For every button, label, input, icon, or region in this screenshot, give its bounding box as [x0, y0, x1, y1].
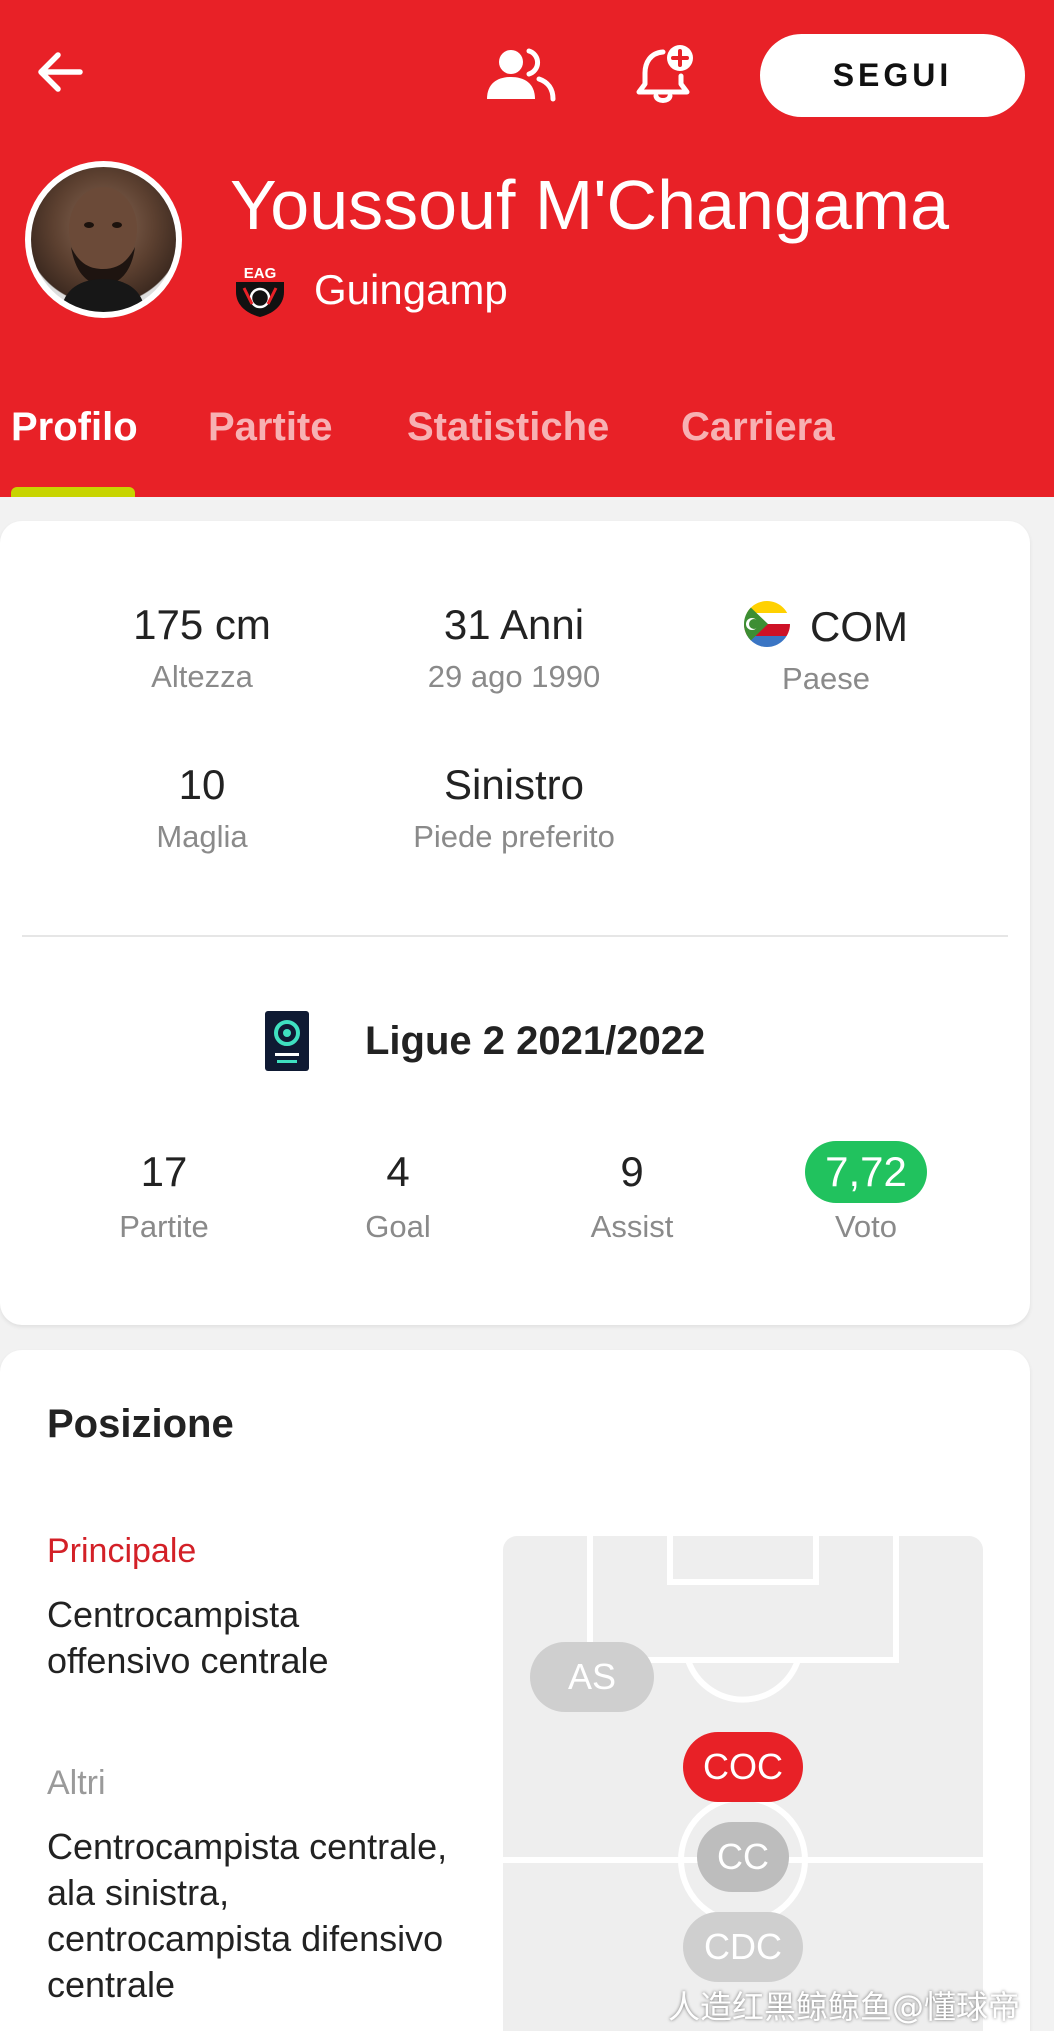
- active-tab-indicator: [11, 487, 135, 497]
- rating-stat: 7,72 Voto: [746, 1141, 986, 1245]
- position-title: Posizione: [47, 1402, 234, 1446]
- other-positions-label: Altri: [47, 1764, 106, 1802]
- foot-stat: Sinistro Piede preferito: [354, 761, 674, 855]
- card-divider: [22, 935, 1008, 937]
- profile-info-card: 175 cm Altezza 31 Anni 29 ago 1990 COM P…: [0, 521, 1030, 1325]
- back-button[interactable]: [28, 40, 92, 104]
- tab-bar: Profilo Partite Statistiche Carriera: [0, 395, 1054, 497]
- position-chip-cdc: CDC: [683, 1912, 803, 1982]
- assists-value: 9: [620, 1148, 644, 1195]
- club-logo-icon[interactable]: EAG: [232, 258, 288, 318]
- tab-carriera[interactable]: Carriera: [681, 405, 834, 450]
- shirt-label: Maglia: [156, 819, 248, 854]
- appearances-value: 17: [140, 1148, 188, 1195]
- country-stat[interactable]: COM Paese: [666, 601, 986, 697]
- shirt-stat: 10 Maglia: [42, 761, 362, 855]
- country-code: COM: [810, 603, 908, 650]
- appearances-stat: 17 Partite: [44, 1141, 284, 1245]
- height-label: Altezza: [151, 659, 253, 694]
- league-season-title[interactable]: Ligue 2 2021/2022: [365, 1019, 705, 1064]
- position-card: Posizione Principale Centrocampista offe…: [0, 1350, 1030, 2031]
- country-label: Paese: [782, 661, 870, 696]
- rating-label: Voto: [834, 1209, 898, 1244]
- ligue2-logo-icon[interactable]: [265, 1011, 309, 1071]
- bell-plus-icon: [636, 45, 693, 103]
- goals-stat: 4 Goal: [278, 1141, 518, 1245]
- foot-value: Sinistro: [443, 761, 585, 808]
- position-chip-as: AS: [530, 1642, 654, 1712]
- compare-players-button[interactable]: [480, 40, 560, 110]
- tab-profilo[interactable]: Profilo: [11, 405, 138, 450]
- assists-stat: 9 Assist: [512, 1141, 752, 1245]
- position-chip-coc: COC: [683, 1732, 803, 1802]
- tab-statistiche[interactable]: Statistiche: [407, 405, 609, 450]
- player-header: SEGUI Youssouf M'Changama EAG Guingamp P…: [0, 0, 1054, 497]
- people-icon: [487, 48, 556, 102]
- age-stat: 31 Anni 29 ago 1990: [354, 601, 674, 695]
- comoros-flag-icon: [744, 601, 790, 647]
- main-position-value: Centrocampista offensivo centrale: [47, 1594, 329, 1681]
- shirt-value: 10: [178, 761, 226, 808]
- position-chip-cc: CC: [697, 1822, 789, 1892]
- follow-button[interactable]: SEGUI: [760, 34, 1025, 117]
- goals-label: Goal: [365, 1209, 431, 1244]
- club-name-link[interactable]: Guingamp: [314, 266, 508, 314]
- other-positions-value: Centrocampista centrale, ala sinistra, c…: [47, 1826, 448, 2005]
- watermark: 人造红黑鲸鲸鱼@懂球帝: [668, 1988, 1021, 2026]
- back-arrow-icon: [38, 52, 83, 92]
- height-stat: 175 cm Altezza: [42, 601, 362, 695]
- player-avatar: [25, 161, 182, 318]
- appearances-label: Partite: [119, 1209, 209, 1244]
- foot-label: Piede preferito: [413, 819, 615, 854]
- birth-date: 29 ago 1990: [427, 659, 601, 694]
- tab-partite[interactable]: Partite: [208, 405, 333, 450]
- age-value: 31 Anni: [443, 601, 585, 648]
- notifications-button[interactable]: [626, 40, 706, 110]
- assists-label: Assist: [590, 1209, 674, 1244]
- player-name: Youssouf M'Changama: [230, 166, 950, 244]
- rating-badge: 7,72: [805, 1141, 927, 1203]
- height-value: 175 cm: [133, 601, 271, 648]
- main-position-label: Principale: [47, 1532, 197, 1570]
- pitch-diagram: AS COC CC CDC: [503, 1536, 983, 2031]
- svg-text:EAG: EAG: [244, 265, 277, 282]
- goals-value: 4: [386, 1148, 410, 1195]
